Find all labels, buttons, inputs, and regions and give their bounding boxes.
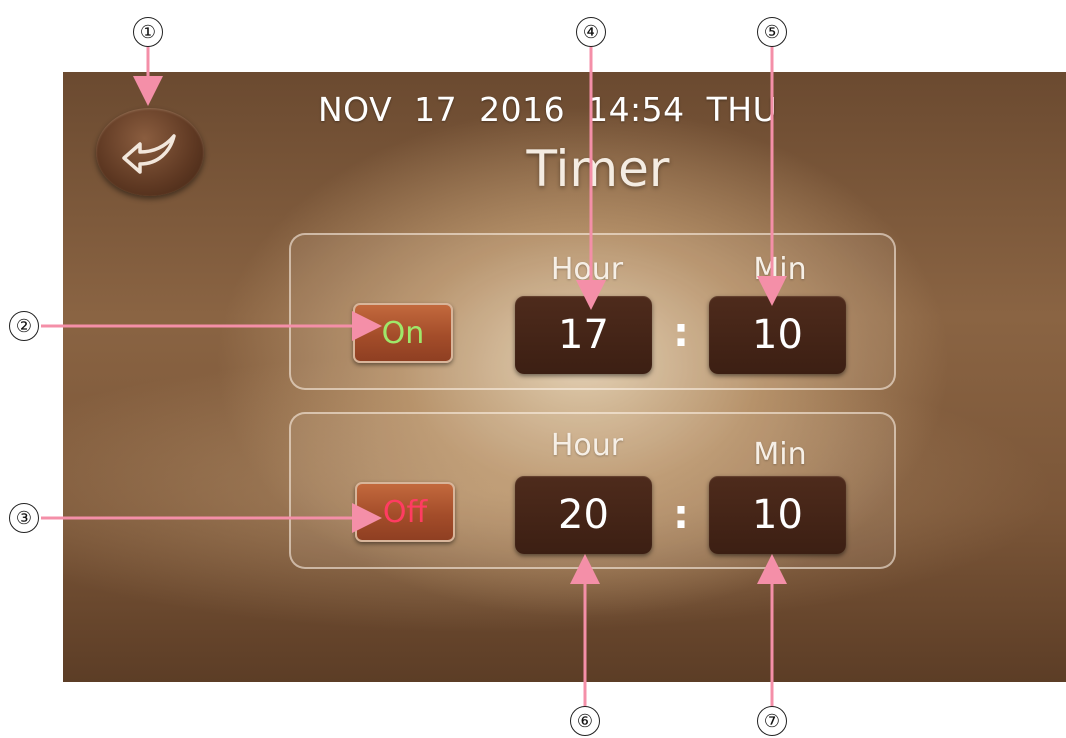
off-hour-field[interactable]: 20 bbox=[515, 476, 652, 554]
callout-label-1: ① bbox=[133, 17, 163, 47]
callout-label-7: ⑦ bbox=[757, 706, 787, 736]
page-title: Timer bbox=[526, 140, 670, 198]
callout-label-3: ③ bbox=[9, 503, 39, 533]
on-min-label: Min bbox=[753, 252, 807, 287]
back-button[interactable] bbox=[96, 108, 204, 196]
callout-label-5: ⑤ bbox=[757, 17, 787, 47]
timer-on-toggle-button[interactable]: On bbox=[353, 303, 453, 363]
off-minute-field[interactable]: 10 bbox=[709, 476, 846, 554]
off-min-label: Min bbox=[753, 437, 807, 472]
on-hour-field[interactable]: 17 bbox=[515, 296, 652, 374]
callout-label-2: ② bbox=[9, 311, 39, 341]
datetime-display: NOV 17 2016 14:54 THU bbox=[318, 90, 778, 129]
callout-label-6: ⑥ bbox=[570, 706, 600, 736]
timer-off-toggle-button[interactable]: Off bbox=[355, 482, 455, 542]
on-time-separator: : bbox=[673, 310, 689, 356]
on-hour-label: Hour bbox=[550, 252, 624, 287]
callout-label-4: ④ bbox=[576, 17, 606, 47]
back-arrow-icon bbox=[122, 134, 176, 174]
off-time-separator: : bbox=[673, 492, 689, 538]
on-minute-field[interactable]: 10 bbox=[709, 296, 846, 374]
off-hour-label: Hour bbox=[550, 428, 624, 463]
